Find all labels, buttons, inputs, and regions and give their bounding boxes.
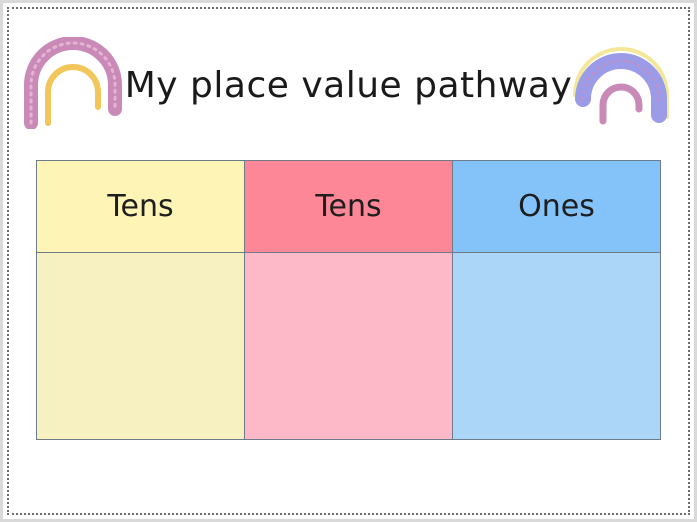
page-title: My place value pathway — [124, 65, 573, 106]
column-body-ones[interactable] — [452, 252, 661, 440]
column-header-ones: Ones — [452, 160, 661, 253]
worksheet-page: My place value pathway Tens Tens Ones — [3, 3, 694, 519]
column-body-tens-2[interactable] — [244, 252, 453, 440]
column-header-tens-2: Tens — [244, 160, 453, 253]
place-value-table: Tens Tens Ones — [36, 160, 661, 440]
column-body-tens-1[interactable] — [36, 252, 245, 440]
column-header-tens-1: Tens — [36, 160, 245, 253]
